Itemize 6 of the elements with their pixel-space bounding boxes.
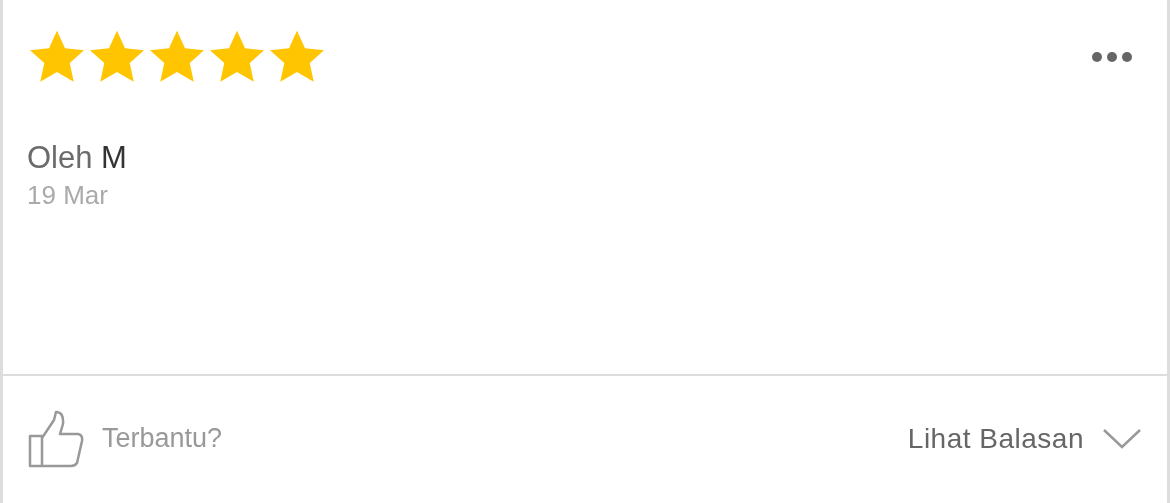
view-replies-button[interactable]: Lihat Balasan [907, 422, 1084, 455]
author-name: Oleh M [27, 140, 128, 176]
more-icon[interactable] [1091, 51, 1133, 63]
chevron-down-icon[interactable] [1102, 427, 1142, 450]
thumbs-up-icon[interactable] [28, 409, 84, 468]
review-date: 19 Mar [27, 180, 109, 211]
